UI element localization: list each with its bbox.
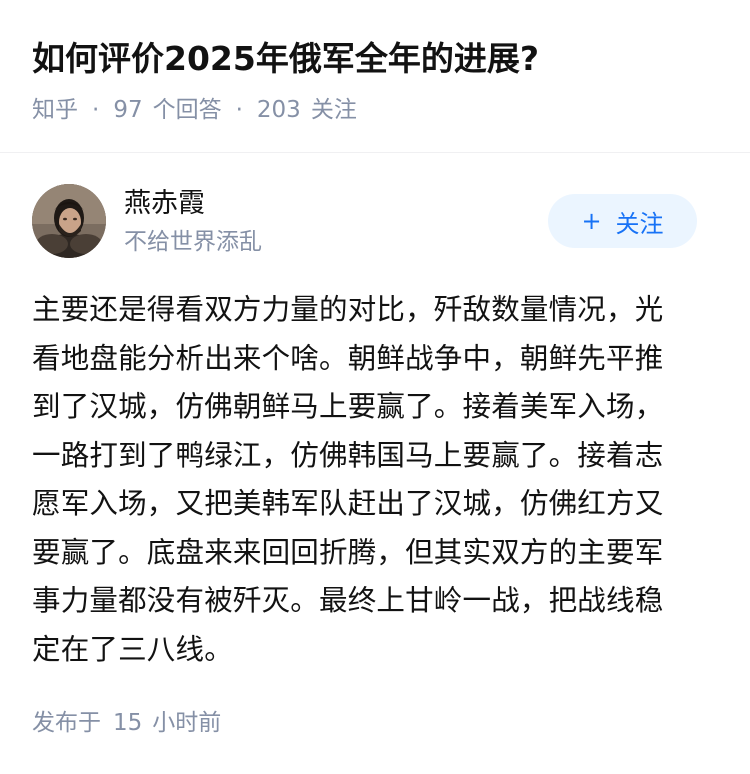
follow-button-label: 关注 [615,209,664,238]
question-header: 如何评价2025年俄军全年的进展? 知乎 · 97 个回答 · 203 关注 [0,0,750,150]
answer-line: 主要还是得看双方力量的对比，歼敌数量情况，光 [32,293,664,326]
publish-amount: 15 [113,710,143,736]
answers-count: 97 [113,97,143,123]
divider [0,152,750,153]
author-bio: 不给世界添乱 [124,229,262,255]
answer-line: 到了汉城，仿佛朝鲜马上要赢了。接着美军入场， [32,390,664,423]
answer-line: 事力量都没有被歼灭。最终上甘岭一战，把战线稳 [32,584,664,617]
answer-page: 如何评价2025年俄军全年的进展? 知乎 · 97 个回答 · 203 关注 燕… [0,0,750,774]
answer-line: 看地盘能分析出来个啥。朝鲜战争中，朝鲜先平推 [32,341,664,375]
author-name[interactable]: 燕赤霞 [124,186,205,222]
answers-label: 个回答 [152,97,222,123]
followers-count: 203 [256,97,301,123]
answer-content: 主要还是得看双方力量的对比，歼敌数量情况，光 看地盘能分析出来个啥。朝鲜战争中，… [32,286,722,674]
source-label[interactable]: 知乎 [32,94,78,126]
publish-prefix: 发布于 [32,710,101,736]
answer-line: 一路打到了鸭绿江，仿佛韩国马上要赢了。接着志 [32,438,664,472]
publish-unit: 小时前 [152,710,222,736]
avatar[interactable] [32,184,106,258]
answer-line: 要赢了。底盘来来回回折腾，但其实双方的主要军 [32,535,664,569]
question-meta: 知乎 · 97 个回答 · 203 关注 [32,94,718,126]
followers-label: 关注 [310,97,357,123]
plus-icon: + [581,207,602,235]
avatar-portrait-icon [32,184,106,258]
meta-separator: · [235,97,243,123]
answer-line: 定在了三八线。 [32,632,233,666]
answer-line: 愿军入场，又把美韩军队赶出了汉城，仿佛红方又 [32,487,664,520]
question-title[interactable]: 如何评价2025年俄军全年的进展? [32,36,718,82]
publish-time: 发布于 15 小时前 [32,706,221,740]
meta-separator: · [92,97,100,123]
follow-button[interactable]: + 关注 [548,194,697,248]
author-row: 燕赤霞 不给世界添乱 + 关注 [32,184,718,260]
